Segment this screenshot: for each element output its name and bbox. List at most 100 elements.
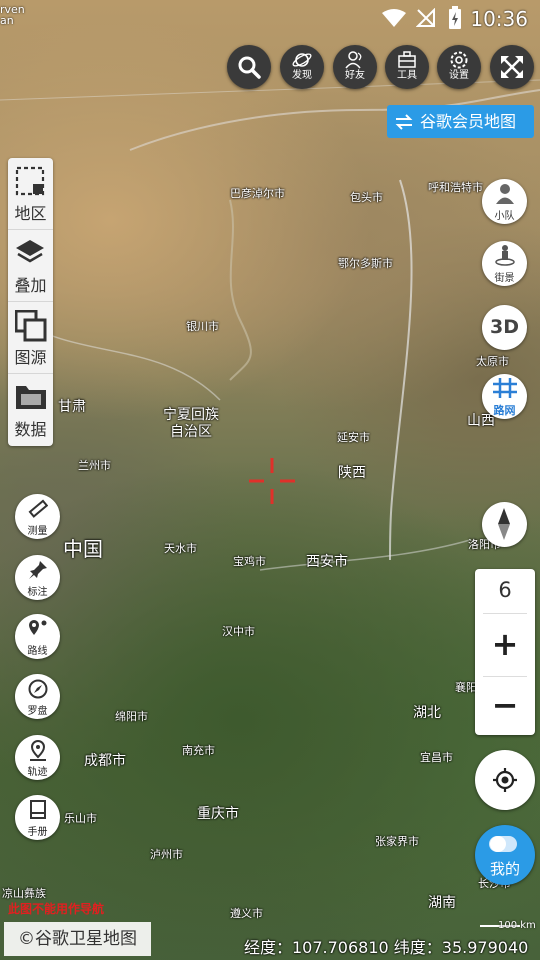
measure-button[interactable]: 测量 [15,494,60,539]
road-network-label: 路网 [493,404,516,417]
folder-icon [16,386,46,409]
3d-label: 3D [490,316,519,338]
overlay-label: 叠加 [14,276,47,295]
divider [483,613,527,614]
map-label: 湖南 [428,895,456,911]
track-icon [30,740,46,761]
swap-arrows-icon [395,114,413,130]
map-label: 呼和浩特市 [428,181,483,194]
region-button[interactable]: 地区 [8,158,53,230]
crosshair-icon [249,458,295,504]
map-label: 自治区 [170,424,212,440]
manual-label: 手册 [27,827,48,838]
region-label: 地区 [14,204,47,223]
discover-label: 发现 [292,70,312,81]
road-grid-icon [493,378,517,398]
vip-map-button[interactable]: 谷歌会员地图 [387,105,534,138]
zoom-in-button[interactable]: + [475,621,535,667]
map-label: 宜昌市 [420,751,453,764]
tools-button[interactable]: 工具 [385,45,429,89]
gear-icon [450,51,468,69]
team-label: 小队 [494,211,515,222]
map-label: 天水市 [164,542,197,555]
planet-icon [292,53,312,67]
source-button[interactable]: 图源 [8,302,53,374]
fullscreen-icon [501,56,523,78]
region-select-icon [15,166,45,196]
map-label: 凉山彝族 [2,887,46,900]
street-view-label: 街景 [494,273,515,284]
me-button[interactable]: 我的 [475,825,535,885]
settings-label: 设置 [449,70,469,81]
map-label: 陕西 [338,465,366,481]
map-label: 巴彦淖尔市 [230,187,285,200]
locate-button[interactable] [475,750,535,810]
brand-badge: ©谷歌卫星地图 [4,922,151,956]
map-label: 太原市 [476,355,509,368]
vip-map-label: 谷歌会员地图 [420,112,517,131]
team-button[interactable]: 小队 [482,179,527,224]
manual-button[interactable]: 手册 [15,795,60,840]
map-label: 张家界市 [375,835,419,848]
track-button[interactable]: 轨迹 [15,735,60,780]
map-label: 西安市 [306,554,348,570]
manual-icon [30,800,46,819]
street-view-button[interactable]: 街景 [482,241,527,286]
friends-icon [345,51,362,69]
route-button[interactable]: 路线 [15,614,60,659]
map-label: 泸州市 [150,848,183,861]
me-label: 我的 [489,860,520,878]
clock: 10:36 [470,7,528,31]
fullscreen-button[interactable] [490,45,534,89]
map-label: 宁夏回族 [163,407,219,423]
ruler-icon [28,499,48,518]
wifi-icon [382,9,406,27]
settings-button[interactable]: 设置 [437,45,481,89]
satellite-map[interactable]: 巴彦淖尔市 包头市 呼和浩特市 鄂尔多斯市 银川市 甘肃 宁夏回族 自治区 延安… [0,0,540,960]
coordinates-readout: 经度：107.706810 纬度：35.979040 [244,938,529,957]
map-label: 乐山市 [64,812,97,825]
discover-button[interactable]: 发现 [280,45,324,89]
compass-label: 罗盘 [27,706,48,717]
map-label: 湖北 [413,705,441,721]
3d-button[interactable]: 3D [482,305,527,350]
search-button[interactable] [227,45,271,89]
map-label: 包头市 [350,191,383,204]
toggle-icon [489,836,517,852]
overlay-button[interactable]: 叠加 [8,230,53,302]
navigation-warning: 此图不能用作导航 [8,902,105,916]
north-compass-button[interactable] [482,502,527,547]
divider [483,676,527,677]
data-button[interactable]: 数据 [8,374,53,446]
battery-charging-icon [449,6,461,29]
data-label: 数据 [14,420,47,439]
team-icon [496,184,514,204]
map-label: 甘肃 [58,399,86,415]
road-network-button[interactable]: 路网 [482,374,527,419]
left-layer-panel: 地区 叠加 图源 数据 [8,158,53,446]
corner-text: rven an [0,3,25,27]
track-label: 轨迹 [27,767,48,778]
map-label: 宝鸡市 [233,555,266,568]
zoom-level: 6 [498,578,512,602]
zoom-control: 6 + − [475,569,535,735]
map-label: 鄂尔多斯市 [338,257,393,270]
compass-button[interactable]: 罗盘 [15,674,60,719]
route-icon [29,620,47,635]
zoom-out-button[interactable]: − [475,682,535,728]
map-label: 汉中市 [222,625,255,638]
status-bar: rven an 10:36 [0,0,540,36]
map-label: 绵阳市 [115,710,148,723]
friends-button[interactable]: 好友 [333,45,377,89]
friends-label: 好友 [345,70,365,81]
scale-label: 100 km [498,920,536,931]
mark-button[interactable]: 标注 [15,555,60,600]
map-label: 兰州市 [78,459,111,472]
no-signal-icon [416,8,435,27]
north-arrow-icon [498,508,510,540]
locate-icon [493,768,517,792]
source-label: 图源 [14,348,47,367]
map-label: 银川市 [186,320,219,333]
street-view-icon [495,245,515,266]
toolbox-icon [398,51,416,68]
